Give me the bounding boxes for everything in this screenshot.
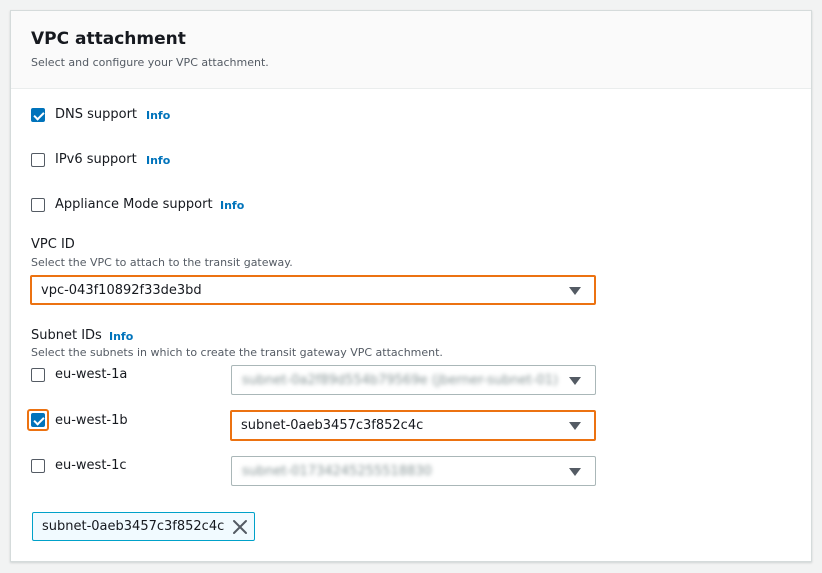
selected-subnet-token-label: subnet-0aeb3457c3f852c4c xyxy=(42,519,225,534)
dns-support-info-link[interactable]: Info xyxy=(146,109,170,122)
subnet-value-eu-west-1b: subnet-0aeb3457c3f852c4c xyxy=(241,418,424,433)
subnet-checkbox-eu-west-1b[interactable] xyxy=(31,413,45,427)
dns-support-checkbox[interactable] xyxy=(31,108,45,122)
vpc-id-value: vpc-043f10892f33de3bd xyxy=(41,283,202,298)
panel-description: Select and configure your VPC attachment… xyxy=(31,56,269,69)
appliance-mode-info-link[interactable]: Info xyxy=(220,199,244,212)
zone-label-eu-west-1b: eu-west-1b xyxy=(55,413,128,428)
panel-title: VPC attachment xyxy=(31,29,186,49)
subnet-checkbox-eu-west-1c[interactable] xyxy=(31,459,45,473)
close-icon[interactable] xyxy=(232,519,248,535)
vpc-id-select[interactable]: vpc-043f10892f33de3bd xyxy=(30,275,596,305)
dns-support-label: DNS support xyxy=(55,107,138,122)
subnet-select-eu-west-1c[interactable]: subnet-01734245255518830 xyxy=(231,456,596,486)
ipv6-support-checkbox[interactable] xyxy=(31,153,45,167)
appliance-mode-checkbox[interactable] xyxy=(31,198,45,212)
ipv6-support-label: IPv6 support xyxy=(55,152,137,167)
subnet-select-eu-west-1b[interactable]: subnet-0aeb3457c3f852c4c xyxy=(230,410,596,441)
subnet-checkbox-eu-west-1a[interactable] xyxy=(31,368,45,382)
vpc-attachment-panel: VPC attachment Select and configure your… xyxy=(10,10,812,562)
subnet-select-eu-west-1a[interactable]: subnet-0a2f89d554b79569e (jberner-subnet… xyxy=(231,365,596,395)
panel-header: VPC attachment Select and configure your… xyxy=(11,11,811,89)
caret-down-icon xyxy=(569,422,581,430)
caret-down-icon xyxy=(569,377,581,385)
subnet-ids-info-link[interactable]: Info xyxy=(109,330,133,343)
zone-label-eu-west-1a: eu-west-1a xyxy=(55,367,128,382)
caret-down-icon xyxy=(569,468,581,476)
selected-subnet-token: subnet-0aeb3457c3f852c4c xyxy=(32,512,255,541)
appliance-mode-label: Appliance Mode support xyxy=(55,197,213,212)
subnet-ids-label: Subnet IDs xyxy=(31,328,102,343)
ipv6-support-info-link[interactable]: Info xyxy=(146,154,170,167)
zone-label-eu-west-1c: eu-west-1c xyxy=(55,458,127,473)
subnet-value-eu-west-1a: subnet-0a2f89d554b79569e (jberner-subnet… xyxy=(242,373,559,388)
caret-down-icon xyxy=(569,287,581,295)
subnet-ids-description: Select the subnets in which to create th… xyxy=(31,346,443,359)
vpc-id-label: VPC ID xyxy=(31,237,75,252)
subnet-value-eu-west-1c: subnet-01734245255518830 xyxy=(242,464,432,479)
vpc-id-description: Select the VPC to attach to the transit … xyxy=(31,256,293,269)
